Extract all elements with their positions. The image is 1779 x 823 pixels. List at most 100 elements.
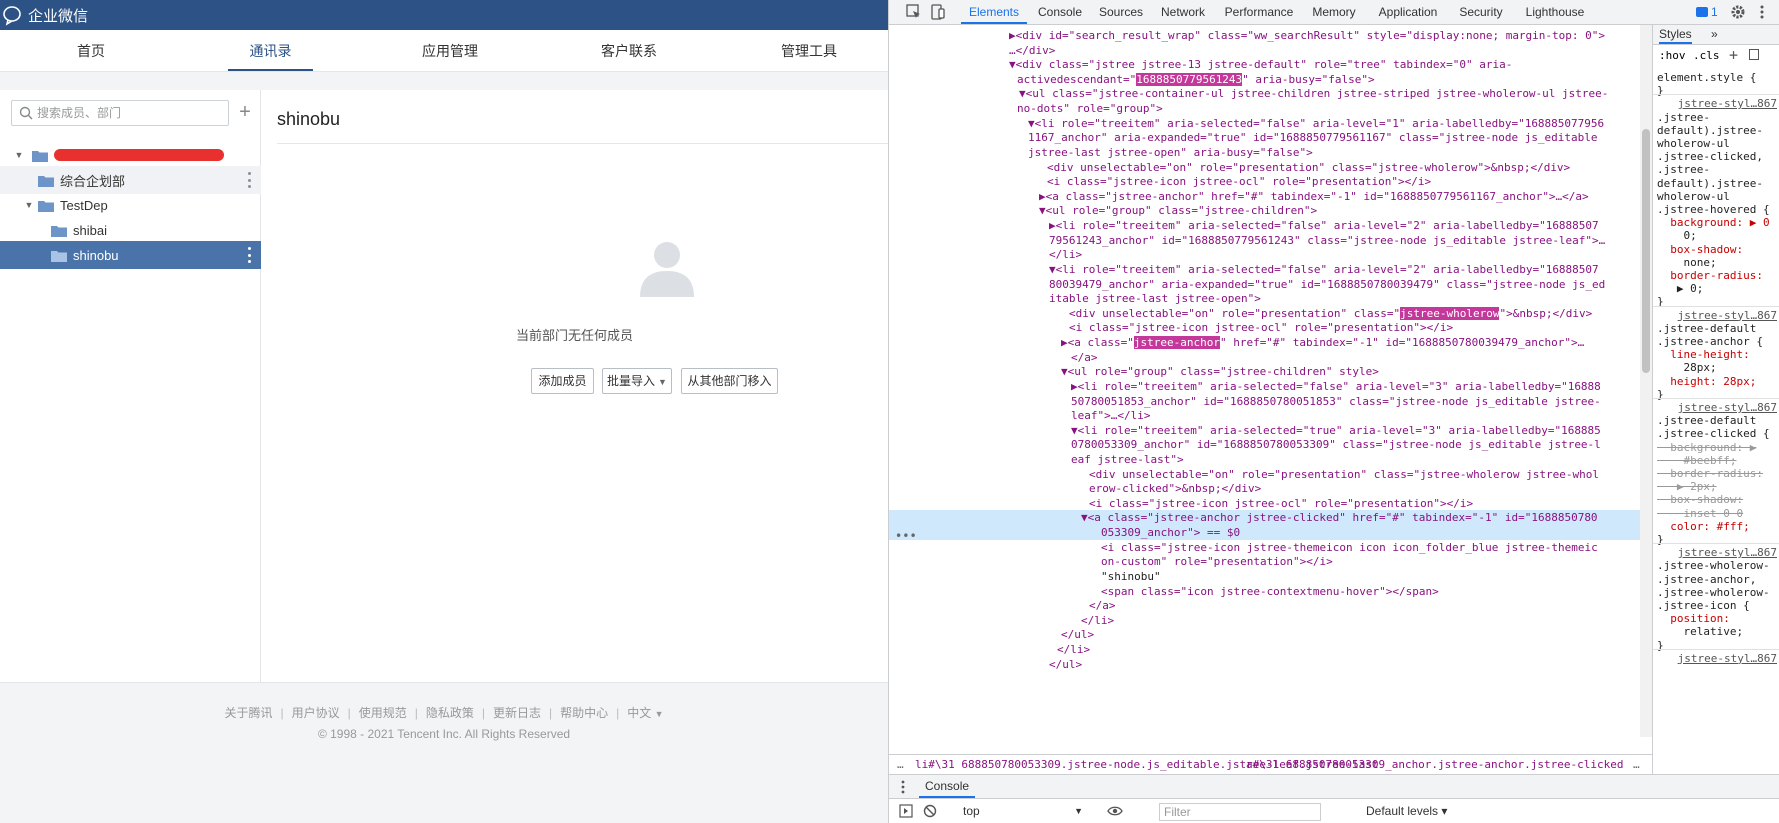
computed-sidebar-icon[interactable] — [1749, 49, 1759, 60]
dom-line[interactable]: ▶<a class="jstree-anchor" href="#" tabin… — [889, 335, 1640, 350]
style-source-link[interactable]: jstree-styl…867 — [1657, 546, 1777, 559]
dom-line[interactable]: jstree-last jstree-open" aria-busy="fals… — [889, 145, 1640, 160]
dom-line[interactable]: 50780051853_anchor" id="1688850780051853… — [889, 394, 1640, 409]
style-rule-line[interactable]: line-height: — [1657, 348, 1779, 361]
dom-line[interactable]: <div unselectable="on" role="presentatio… — [889, 467, 1640, 482]
dom-line[interactable]: ▶<li role="treeitem" aria-selected="fals… — [889, 218, 1640, 233]
dom-scrollbar[interactable] — [1640, 25, 1652, 737]
dom-line[interactable]: erow-clicked">&nbsp;</div> — [889, 481, 1640, 496]
dom-line[interactable]: 0780053309_anchor" id="1688850780053309"… — [889, 437, 1640, 452]
devtools-tab-lighthouse[interactable]: Lighthouse — [1517, 0, 1593, 24]
dom-line[interactable]: "shinobu" — [889, 569, 1640, 584]
dom-line[interactable]: </li> — [889, 247, 1640, 262]
more-tabs-icon[interactable]: » — [1711, 25, 1718, 44]
dom-line[interactable]: <i class="jstree-icon jstree-themeicon i… — [889, 540, 1640, 555]
tree-node-testdep[interactable]: ▼ TestDep — [0, 191, 261, 219]
style-source-link[interactable]: jstree-styl…867 — [1657, 309, 1777, 322]
add-department-button[interactable]: + — [234, 100, 256, 126]
batch-import-button[interactable]: 批量导入 ▼ — [602, 368, 672, 394]
dom-scroll-thumb[interactable] — [1642, 129, 1650, 373]
dom-line[interactable]: <span class="icon jstree-contextmenu-hov… — [889, 584, 1640, 599]
footer-link-privacy[interactable]: 隐私政策 — [426, 706, 474, 720]
dom-line[interactable]: <div unselectable="on" role="presentatio… — [889, 306, 1640, 321]
dom-line[interactable]: ▼<ul role="group" class="jstree-children… — [889, 364, 1640, 379]
style-rule-line[interactable]: box-shadow: — [1657, 243, 1779, 256]
devtools-tab-performance[interactable]: Performance — [1219, 0, 1299, 24]
expand-arrow-icon[interactable]: ▼ — [14, 150, 24, 160]
footer-link-changelog[interactable]: 更新日志 — [493, 706, 541, 720]
live-expression-eye-icon[interactable] — [1107, 804, 1123, 818]
more-options-icon[interactable] — [247, 172, 251, 188]
dom-line[interactable]: </ul> — [889, 657, 1640, 672]
breadcrumb-anchor[interactable]: a#\31 688850780053309_anchor.jstree-anch… — [1246, 755, 1624, 774]
drawer-menu-icon[interactable] — [899, 779, 907, 795]
style-rule-line[interactable]: position: — [1657, 612, 1779, 625]
footer-link-about[interactable]: 关于腾讯 — [224, 706, 272, 720]
style-rule-line[interactable]: color: #fff; — [1657, 520, 1779, 533]
add-member-button[interactable]: 添加成员 — [531, 368, 594, 394]
dom-line[interactable]: activedescendant="1688850779561243" aria… — [889, 72, 1640, 87]
console-filter-input[interactable] — [1159, 803, 1321, 821]
breadcrumb-overflow-icon[interactable]: … — [897, 755, 904, 774]
footer-link-user-agreement[interactable]: 用户协议 — [292, 706, 340, 720]
add-rule-icon[interactable]: + — [1729, 46, 1738, 64]
dom-line[interactable]: on-custom" role="presentation"></i> — [889, 554, 1640, 569]
devtools-tab-network[interactable]: Network — [1153, 0, 1213, 24]
breadcrumb-overflow-icon[interactable]: … — [1633, 755, 1640, 774]
dom-line[interactable]: </a> — [889, 350, 1640, 365]
dom-line[interactable]: no-dots" role="group"> — [889, 101, 1640, 116]
execution-context-select[interactable]: top ▼ — [957, 802, 1089, 820]
dom-line[interactable]: …</div> — [889, 43, 1640, 58]
dom-line[interactable]: ▼<li role="treeitem" aria-selected="true… — [889, 423, 1640, 438]
tree-node-shinobu[interactable]: shinobu — [0, 241, 261, 269]
hov-toggle[interactable]: :hov — [1659, 49, 1686, 62]
dom-line[interactable]: 053309_anchor"> == $0 — [889, 525, 1640, 541]
devtools-tab-console[interactable]: Console — [1033, 0, 1087, 24]
devtools-tab-sources[interactable]: Sources — [1094, 0, 1148, 24]
tab-home[interactable]: 首页 — [60, 30, 122, 72]
dom-line[interactable]: </li> — [889, 642, 1640, 657]
issues-badge[interactable]: 1 — [1696, 5, 1718, 19]
dom-line[interactable]: ▼<div class="jstree jstree-13 jstree-def… — [889, 57, 1640, 72]
device-toolbar-icon[interactable] — [929, 3, 947, 21]
style-source-link[interactable]: jstree-styl…867 — [1657, 652, 1777, 665]
move-from-other-dept-button[interactable]: 从其他部门移入 — [681, 368, 778, 394]
wework-logo-icon[interactable] — [2, 4, 24, 26]
dom-line[interactable]: <i class="jstree-icon jstree-ocl" role="… — [889, 174, 1640, 189]
dom-line[interactable]: ▶<li role="treeitem" aria-selected="fals… — [889, 379, 1640, 394]
dom-line[interactable]: <i class="jstree-icon jstree-ocl" role="… — [889, 496, 1640, 511]
style-rule-line[interactable]: height: 28px; — [1657, 375, 1779, 388]
dom-line[interactable]: ▼<ul class="jstree-container-ul jstree-c… — [889, 86, 1640, 101]
dom-line[interactable]: ▼<li role="treeitem" aria-selected="fals… — [889, 262, 1640, 277]
selected-node-dots-icon[interactable]: ••• — [895, 529, 917, 543]
style-source-link[interactable]: jstree-styl…867 — [1657, 401, 1777, 414]
devtools-tab-security[interactable]: Security — [1451, 0, 1511, 24]
tree-node-shibai[interactable]: shibai — [0, 216, 261, 244]
dom-line[interactable]: </ul> — [889, 627, 1640, 642]
clear-console-icon[interactable] — [923, 804, 937, 818]
dom-line[interactable]: ▶<div id="search_result_wrap" class="ww_… — [889, 28, 1640, 43]
dom-line[interactable]: <i class="jstree-icon jstree-ocl" role="… — [889, 320, 1640, 335]
log-levels-select[interactable]: Default levels ▾ — [1366, 802, 1447, 820]
dom-line[interactable]: ▼<a class="jstree-anchor jstree-clicked"… — [889, 510, 1640, 526]
tab-app-management[interactable]: 应用管理 — [411, 30, 489, 72]
tab-management-tools[interactable]: 管理工具 — [770, 30, 848, 72]
dom-line[interactable]: </li> — [889, 613, 1640, 628]
style-source-link[interactable]: jstree-styl…867 — [1657, 97, 1777, 110]
devtools-tab-application[interactable]: Application — [1370, 0, 1446, 24]
dom-line[interactable]: eaf jstree-last"> — [889, 452, 1640, 467]
footer-link-help[interactable]: 帮助中心 — [560, 706, 608, 720]
tree-node-planning-dept[interactable]: 综合企划部 — [0, 166, 261, 194]
tab-customer-contact[interactable]: 客户联系 — [590, 30, 668, 72]
expand-arrow-icon[interactable]: ▼ — [24, 200, 34, 210]
dom-line[interactable]: 80039479_anchor" aria-expanded="true" id… — [889, 277, 1640, 292]
styles-tab[interactable]: Styles — [1659, 25, 1692, 44]
more-vertical-icon[interactable] — [1753, 3, 1771, 21]
search-input[interactable] — [37, 106, 217, 120]
sidebar-toggle-icon[interactable] — [899, 804, 913, 818]
style-rule-line[interactable]: border-radius: — [1657, 269, 1779, 282]
devtools-tab-memory[interactable]: Memory — [1305, 0, 1363, 24]
footer-language-select[interactable]: 中文 ▼ — [627, 706, 663, 720]
dom-line[interactable]: 1167_anchor" aria-expanded="true" id="16… — [889, 130, 1640, 145]
inspect-element-icon[interactable] — [905, 3, 923, 21]
